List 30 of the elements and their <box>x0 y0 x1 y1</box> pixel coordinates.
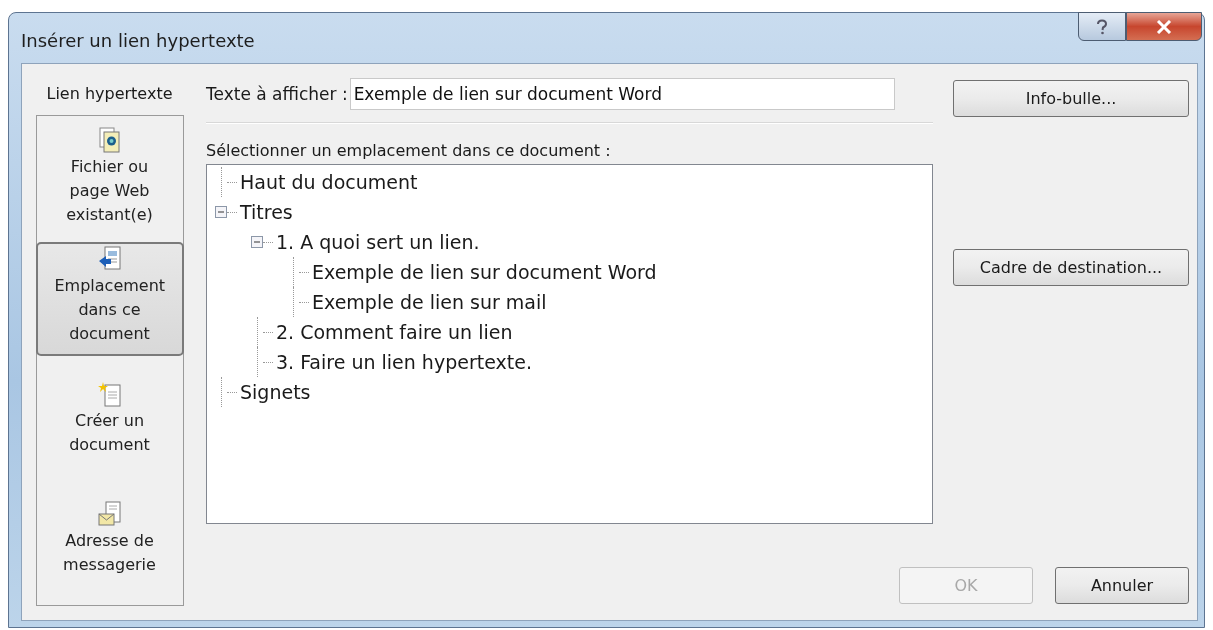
tree-item[interactable]: 1. A quoi sert un lien. <box>276 231 480 253</box>
close-icon <box>1156 19 1172 34</box>
new-document-icon <box>97 381 122 407</box>
tree-item[interactable]: Haut du document <box>240 171 418 193</box>
text-field[interactable]: Exemple de lien sur document Word <box>349 78 895 110</box>
link-type-item[interactable]: Adresse de messagerie <box>35 490 184 592</box>
tree-label: Sélectionner un emplacement dans ce document : <box>206 141 612 160</box>
help-button[interactable] <box>1078 12 1126 41</box>
document-arrow-icon <box>97 246 122 272</box>
mail-document-icon <box>97 501 122 527</box>
close-button[interactable] <box>1126 12 1202 41</box>
tooltip-button[interactable]: Info-bulle... <box>953 80 1189 117</box>
tree-item[interactable]: Titres <box>240 201 293 223</box>
collapse-icon[interactable] <box>251 236 263 248</box>
help-icon <box>1095 18 1109 35</box>
tree-item[interactable]: Exemple de lien sur mail <box>312 291 547 313</box>
web-page-icon <box>97 127 122 153</box>
tree-item[interactable]: Signets <box>240 381 311 403</box>
dialog-button[interactable]: Annuler <box>1055 567 1189 604</box>
window-title: Insérer un lien hypertexte <box>21 30 255 51</box>
target-frame-button[interactable]: Cadre de destination... <box>953 249 1189 286</box>
collapse-icon[interactable] <box>215 206 227 218</box>
link-type-item[interactable]: Créer un document <box>35 370 184 472</box>
tree-item[interactable]: 2. Comment faire un lien <box>276 321 513 343</box>
field-label: Texte à afficher : <box>206 84 348 104</box>
sidebar-label: Lien hypertexte <box>46 84 173 103</box>
tree-item[interactable]: 3. Faire un lien hypertexte. <box>276 351 532 373</box>
tree-item[interactable]: Exemple de lien sur document Word <box>312 261 657 283</box>
link-type-item[interactable]: Emplacement dans ce document <box>35 242 184 356</box>
link-type-item[interactable]: Fichier ou page Web existant(e) <box>35 116 184 242</box>
